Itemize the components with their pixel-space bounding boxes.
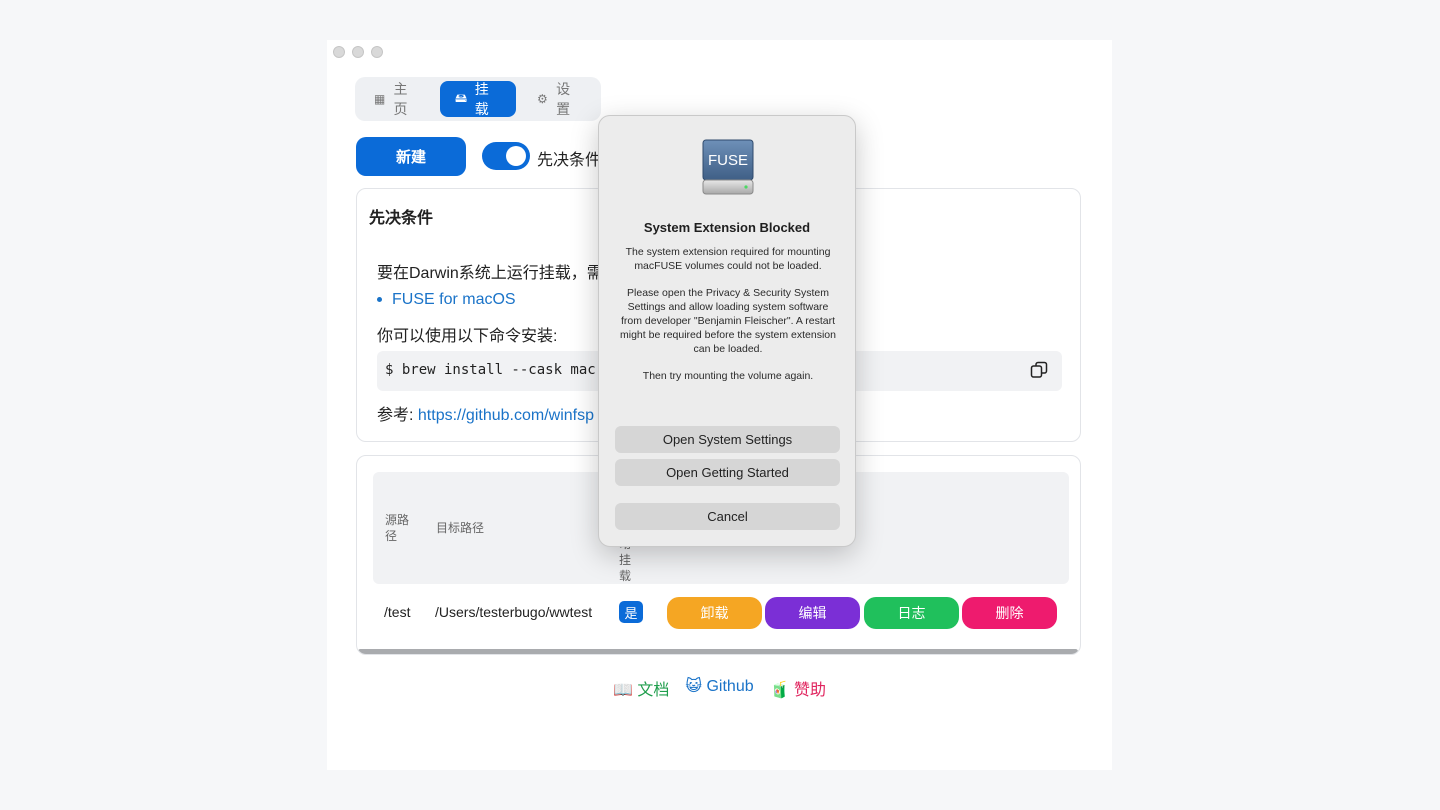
edit-button[interactable]: 编辑 [765, 597, 860, 629]
header-source-path: 源路 径 [385, 513, 410, 543]
dialog-message: The system extension required for mounti… [619, 246, 837, 398]
copy-icon[interactable] [1030, 361, 1048, 379]
dialog-message-1: The system extension required for mounti… [625, 246, 831, 272]
close-window-button[interactable] [333, 46, 345, 58]
open-getting-started-button[interactable]: Open Getting Started [615, 459, 840, 486]
window-controls [333, 46, 383, 58]
tab-settings[interactable]: ⚙ 设置 [522, 81, 597, 117]
bullet-dot [377, 297, 382, 303]
toggle-knob [506, 146, 526, 166]
gear-icon: ⚙ [536, 92, 548, 106]
tab-settings-label: 设置 [556, 81, 571, 117]
footer-links: 📖 文档 😺 Github 🧃 赞助 [327, 676, 1112, 700]
sponsor-link[interactable]: 🧃 赞助 [770, 676, 826, 700]
reference-line: 参考: https://github.com/winfsp [377, 401, 594, 425]
cell-source: /test [384, 604, 411, 620]
tab-home[interactable]: ▦ 主页 [359, 81, 434, 117]
open-system-settings-button[interactable]: Open System Settings [615, 426, 840, 453]
docs-link[interactable]: 📖 文档 [613, 676, 669, 700]
fuse-link-item[interactable]: FUSE for macOS [377, 291, 516, 309]
prereq-description: 要在Darwin系统上运行挂载，需 [377, 265, 603, 282]
tab-mount[interactable]: 🖴 挂载 [440, 81, 516, 117]
dialog-message-3: Then try mounting the volume again. [642, 370, 814, 383]
prerequisite-toggle[interactable] [482, 142, 530, 170]
toggle-label: 先决条件 [537, 152, 602, 169]
reference-label: 参考: [377, 407, 418, 424]
dialog-title: System Extension Blocked [643, 220, 811, 235]
cell-target: /Users/testerbugo/wwtest [435, 604, 593, 620]
cancel-button[interactable]: Cancel [615, 503, 840, 530]
tab-home-label: 主页 [393, 81, 408, 117]
command-text: $ brew install --cask mac [385, 362, 596, 378]
fuse-link[interactable]: FUSE for macOS [392, 291, 516, 308]
auto-mount-badge: 是 [619, 601, 643, 623]
system-extension-dialog: FUSE System Extension Blocked The system… [598, 115, 856, 547]
unmount-button[interactable]: 卸载 [667, 597, 762, 629]
drive-icon: 🖴 [454, 90, 468, 105]
card-title: 先决条件 [369, 210, 434, 227]
new-button[interactable]: 新建 [356, 137, 466, 176]
fuse-drive-icon: FUSE [702, 139, 754, 195]
fuse-icon-text: FUSE [708, 152, 748, 169]
horizontal-scrollbar[interactable] [358, 649, 1078, 654]
grid-icon: ▦ [374, 92, 386, 106]
dialog-message-2: Please open the Privacy & Security Syste… [620, 287, 836, 355]
install-hint: 你可以使用以下命令安装: [377, 328, 558, 345]
tab-bar: ▦ 主页 🖴 挂载 ⚙ 设置 [355, 77, 601, 121]
log-button[interactable]: 日志 [864, 597, 959, 629]
github-link[interactable]: 😺 Github [685, 676, 753, 700]
tab-mount-label: 挂载 [474, 81, 489, 117]
minimize-window-button[interactable] [352, 46, 364, 58]
zoom-window-button[interactable] [371, 46, 383, 58]
header-target-path: 目标路径 [436, 521, 485, 535]
delete-button[interactable]: 删除 [962, 597, 1057, 629]
reference-link[interactable]: https://github.com/winfsp [418, 407, 594, 424]
